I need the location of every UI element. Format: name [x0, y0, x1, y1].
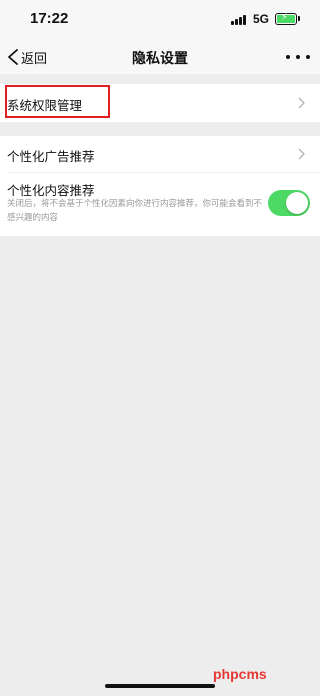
signal-icon: [231, 15, 247, 25]
more-dots-icon[interactable]: [286, 53, 310, 61]
personalized-ads-row[interactable]: 个性化广告推荐: [0, 136, 320, 172]
highlight-box: [5, 85, 110, 118]
network-type: 5G: [253, 12, 270, 26]
chevron-right-icon: [298, 148, 305, 160]
toggle-knob: [286, 192, 308, 214]
personalized-content-description: 关闭后，将不会基于个性化因素向你进行内容推荐，你可能会看到不感兴趣的内容: [7, 199, 263, 223]
personalized-content-toggle[interactable]: [268, 190, 310, 216]
status-bar: 17:22 5G ⚡: [0, 0, 320, 40]
chevron-right-icon: [298, 97, 305, 109]
watermark: phpcms: [213, 666, 267, 682]
personalized-ads-label: 个性化广告推荐: [7, 149, 95, 164]
recommendation-card: 个性化广告推荐 个性化内容推荐 关闭后，将不会基于个性化因素向你进行内容推荐，你…: [0, 136, 320, 236]
home-indicator[interactable]: [105, 684, 215, 688]
status-time: 17:22: [30, 10, 69, 27]
page-title: 隐私设置: [132, 51, 188, 67]
navigation-bar: 返回 隐私设置: [0, 40, 320, 74]
battery-charging-icon: ⚡: [275, 12, 300, 25]
